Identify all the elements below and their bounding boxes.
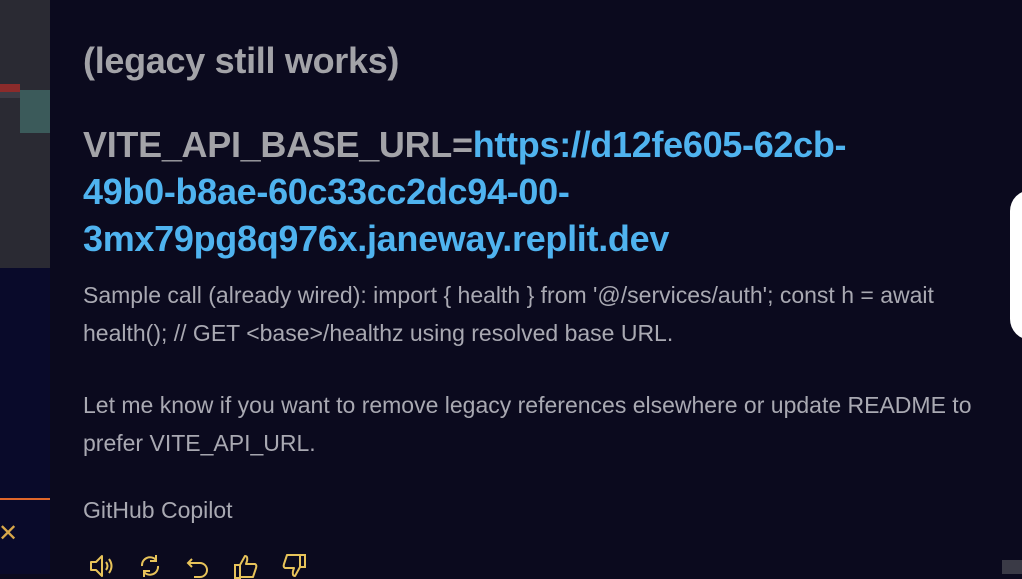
env-variable-url[interactable]: 49b0-b8ae-60c33cc2dc94-00- — [83, 171, 570, 212]
message-actions — [88, 553, 328, 579]
thumbs-down-button[interactable] — [280, 553, 328, 577]
scroll-to-bottom-handle[interactable] — [1010, 190, 1022, 340]
left-panel-marker — [0, 84, 20, 92]
sample-call-text: Sample call (already wired): import { he… — [83, 282, 934, 346]
env-variable-line: VITE_API_BASE_URL=https://d12fe605-62cb-… — [83, 121, 983, 262]
followup-text: Let me know if you want to remove legacy… — [83, 392, 972, 456]
legacy-heading: (legacy still works) — [83, 40, 400, 81]
undo-icon — [186, 558, 208, 578]
scrollbar-corner — [1002, 560, 1022, 574]
undo-button[interactable] — [184, 553, 232, 578]
thumbs-up-icon — [234, 555, 258, 579]
thumbs-up-button[interactable] — [232, 553, 280, 579]
left-panel-thumbnail — [20, 90, 50, 133]
read-aloud-button[interactable] — [88, 553, 136, 577]
left-panel-top — [0, 0, 50, 268]
close-icon[interactable]: ✕ — [0, 522, 18, 546]
thumbs-down-icon — [282, 554, 306, 577]
left-panel-divider — [0, 498, 50, 500]
speaker-icon — [90, 555, 113, 577]
left-panel: ✕ — [0, 0, 50, 574]
retry-button[interactable] — [136, 553, 184, 577]
env-variable-url[interactable]: 3mx79pg8q976x.janeway.replit.dev — [83, 218, 669, 259]
env-variable-url[interactable]: https://d12fe605-62cb- — [473, 124, 847, 165]
left-panel-marker — [0, 92, 20, 98]
retry-icon — [140, 555, 160, 577]
author-label: GitHub Copilot — [83, 497, 233, 523]
env-variable-key: VITE_API_BASE_URL= — [83, 124, 473, 165]
